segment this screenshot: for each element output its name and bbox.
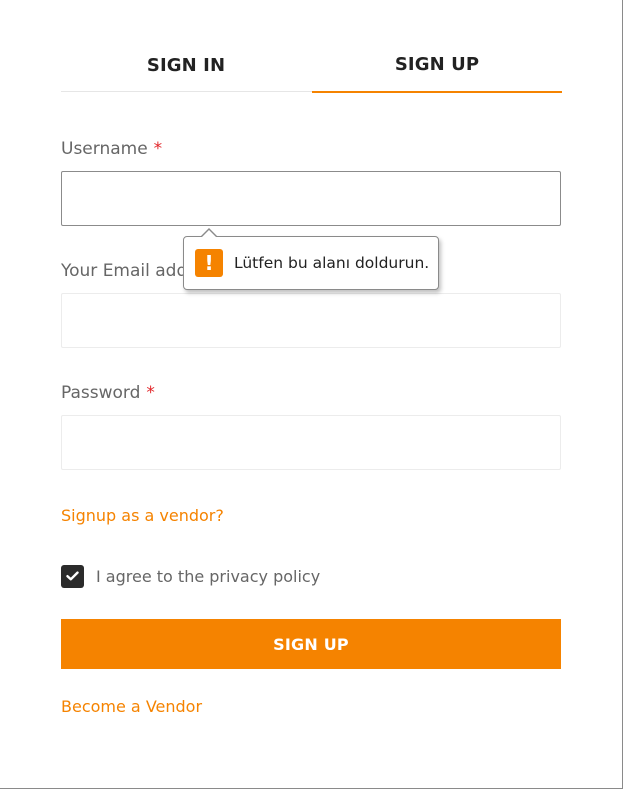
- username-input[interactable]: [61, 171, 561, 226]
- auth-tabs: SIGN IN SIGN UP: [61, 40, 562, 93]
- username-label-text: Username: [61, 139, 148, 159]
- password-label: Password *: [61, 383, 155, 403]
- username-label: Username *: [61, 139, 162, 159]
- checkmark-icon: [66, 571, 79, 581]
- privacy-checkbox[interactable]: [61, 564, 84, 588]
- password-label-text: Password: [61, 383, 141, 403]
- privacy-agreement: I agree to the privacy policy: [61, 564, 320, 588]
- required-mark: *: [146, 383, 155, 403]
- tooltip-arrow-fill: [201, 230, 217, 238]
- tab-sign-in[interactable]: SIGN IN: [61, 40, 311, 93]
- tab-sign-up[interactable]: SIGN UP: [312, 40, 562, 93]
- sign-up-button[interactable]: SIGN UP: [61, 619, 561, 669]
- signup-as-vendor-link[interactable]: Signup as a vendor?: [61, 506, 224, 525]
- required-mark: *: [153, 139, 163, 159]
- validation-tooltip: ! Lütfen bu alanı doldurun.: [183, 228, 439, 290]
- signup-panel: SIGN IN SIGN UP Username * Your Email add…: [0, 0, 623, 789]
- password-input[interactable]: [61, 415, 561, 470]
- tooltip-message: Lütfen bu alanı doldurun.: [234, 254, 430, 272]
- privacy-label: I agree to the privacy policy: [96, 566, 321, 586]
- email-input[interactable]: [61, 293, 561, 348]
- warning-icon: !: [195, 249, 223, 277]
- become-vendor-link[interactable]: Become a Vendor: [61, 697, 202, 716]
